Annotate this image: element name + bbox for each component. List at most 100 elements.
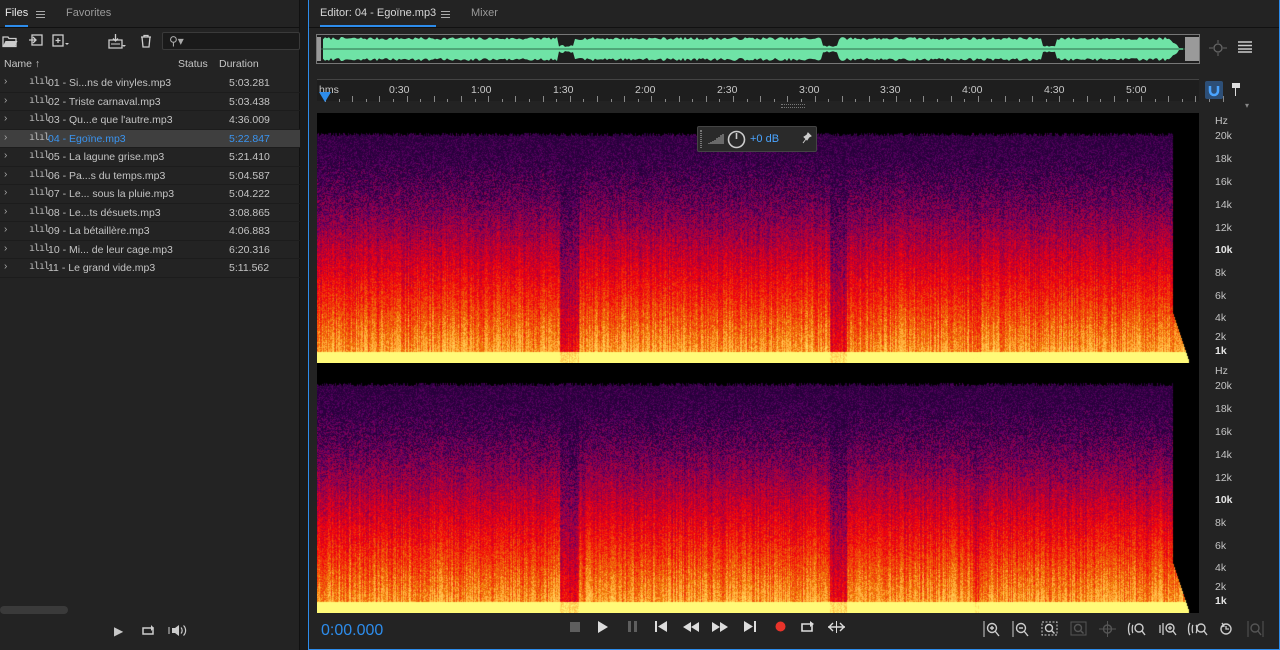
expand-chevron-icon[interactable]: › — [4, 95, 7, 106]
preview-volume-icon[interactable] — [168, 624, 188, 640]
delete-icon[interactable] — [138, 34, 154, 49]
files-search-input[interactable]: ⚲▾ — [162, 32, 300, 50]
expand-chevron-icon[interactable]: › — [4, 113, 7, 124]
expand-chevron-icon[interactable]: › — [4, 169, 7, 180]
current-time-display[interactable]: 0:00.000 — [321, 622, 383, 640]
hud-drag-grip[interactable] — [700, 130, 702, 148]
preview-loop-icon[interactable] — [141, 624, 157, 640]
file-name: 02 - Triste carnaval.mp3 — [48, 95, 161, 108]
pin-hud-icon[interactable] — [802, 132, 812, 147]
import-file-icon[interactable] — [28, 34, 44, 49]
file-row[interactable]: › ılıl 08 - Le...ts désuets.mp3 3:08.865 — [0, 204, 300, 222]
spectrogram-channel-right[interactable] — [317, 363, 1199, 613]
zoom-reset-icon[interactable] — [1096, 621, 1118, 640]
column-header-status[interactable]: Status — [178, 58, 208, 70]
display-options-icon[interactable] — [1238, 40, 1252, 56]
skip-selection-button[interactable] — [827, 621, 845, 636]
ruler-tick-label: 4:30 — [1044, 84, 1065, 96]
audio-file-icon: ılıl — [29, 261, 50, 272]
zoom-out-amplitude-icon[interactable] — [1009, 621, 1031, 640]
zoom-to-selection-icon[interactable] — [1038, 621, 1060, 640]
resize-grip[interactable] — [781, 104, 805, 108]
tab-favorites[interactable]: Favorites — [66, 7, 111, 19]
move-to-next-button[interactable] — [741, 621, 759, 635]
expand-chevron-icon[interactable]: › — [4, 132, 7, 143]
playhead-marker[interactable] — [319, 92, 331, 102]
file-row[interactable]: › ılıl 02 - Triste carnaval.mp3 5:03.438 — [0, 93, 300, 111]
volume-knob[interactable] — [727, 130, 746, 152]
hz-tick-label: 16k — [1215, 176, 1232, 188]
file-row[interactable]: › ılıl 06 - Pa...s du temps.mp3 5:04.587 — [0, 167, 300, 185]
expand-chevron-icon[interactable]: › — [4, 224, 7, 235]
overview-range-handle-left[interactable] — [317, 37, 321, 61]
ruler-minor-tick — [746, 99, 748, 102]
file-row[interactable]: › ılıl 10 - Mi... de leur cage.mp3 6:20.316 — [0, 241, 300, 259]
file-row[interactable]: › ılıl 11 - Le grand vide.mp3 5:11.562 — [0, 259, 300, 278]
file-row[interactable]: › ılıl 09 - La bétaillère.mp3 4:06.883 — [0, 222, 300, 241]
pause-button[interactable] — [624, 621, 642, 635]
audio-file-icon: ılıl — [29, 168, 50, 180]
audio-file-icon: ılıl — [29, 113, 50, 124]
column-header-name[interactable]: Name ↑ — [4, 58, 40, 70]
zoom-in-amplitude-icon[interactable] — [980, 621, 1002, 640]
zoom-navigator-icon[interactable] — [1209, 40, 1227, 59]
play-button[interactable] — [594, 621, 612, 636]
ruler-tick-label: 3:30 — [880, 84, 901, 96]
file-name: 09 - La bétaillère.mp3 — [48, 225, 150, 237]
zoom-out-time-icon[interactable] — [1186, 621, 1208, 640]
file-row[interactable]: › ılıl 03 - Qu...e que l'autre.mp3 4:36.009 — [0, 111, 300, 130]
files-horizontal-scrollbar[interactable] — [0, 606, 68, 614]
ruler-minor-tick — [447, 99, 449, 102]
zoom-full-height-icon[interactable] — [1244, 621, 1266, 640]
tab-files[interactable]: Files — [5, 7, 29, 27]
ruler-minor-tick — [1195, 96, 1197, 102]
time-ruler[interactable]: hms 0:30 1:00 1:30 2:00 2:30 3:00 3:30 4… — [317, 79, 1224, 102]
expand-chevron-icon[interactable]: › — [4, 187, 7, 198]
snap-magnet-icon[interactable] — [1205, 81, 1223, 99]
move-to-previous-button[interactable] — [652, 621, 670, 635]
editor-menu-icon[interactable] — [441, 11, 450, 18]
volume-value[interactable]: +0 dB — [750, 133, 779, 145]
tab-editor[interactable]: Editor: 04 - Egoïne.mp3 — [320, 7, 437, 27]
insert-into-multitrack-icon[interactable] — [108, 34, 126, 49]
hz-tick-label: 8k — [1215, 517, 1227, 529]
preview-play-icon[interactable]: ▶ — [114, 624, 123, 638]
file-name: 06 - Pa...s du temps.mp3 — [48, 169, 166, 182]
ruler-minor-tick — [1045, 99, 1047, 102]
column-header-duration[interactable]: Duration — [219, 58, 259, 70]
expand-chevron-icon[interactable]: › — [4, 206, 7, 217]
stop-button[interactable] — [566, 621, 584, 635]
loop-playback-button[interactable] — [799, 621, 817, 636]
ruler-tick-label: 0:30 — [389, 84, 410, 96]
ruler-minor-tick — [950, 96, 952, 102]
file-row-selected[interactable]: › ılıl 04 - Egoïne.mp3 5:22.847 — [0, 129, 300, 148]
expand-chevron-icon[interactable]: › — [4, 150, 7, 161]
zoom-in-time-icon[interactable] — [1156, 621, 1178, 640]
open-file-icon[interactable] — [2, 34, 18, 49]
zoom-out-full-icon[interactable] — [1067, 621, 1089, 640]
hz-tick-label: 2k — [1215, 331, 1227, 343]
expand-chevron-icon[interactable]: › — [4, 243, 7, 254]
overview-range-handle-right[interactable] — [1185, 37, 1199, 61]
zoom-in-at-start-icon[interactable] — [1125, 621, 1147, 640]
rewind-button[interactable] — [682, 621, 700, 635]
fast-forward-button[interactable] — [711, 621, 729, 635]
ruler-dropdown-icon[interactable]: ▾ — [1245, 101, 1249, 110]
overview-waveform[interactable] — [316, 34, 1200, 64]
zoom-cycle-icon[interactable] — [1215, 621, 1237, 640]
frequency-axis-left: Hz 20k 18k 16k 14k 12k 10k 8k 6k 4k 2k 1… — [1201, 113, 1249, 363]
expand-chevron-icon[interactable]: › — [4, 261, 7, 272]
file-row[interactable]: › ılıl 05 - La lagune grise.mp3 5:21.410 — [0, 148, 300, 167]
record-button[interactable] — [771, 621, 789, 635]
file-row[interactable]: › ılıl 07 - Le... sous la pluie.mp3 5:04.22… — [0, 185, 300, 204]
expand-chevron-icon[interactable]: › — [4, 76, 7, 87]
ruler-tick-label: 4:00 — [962, 84, 983, 96]
ruler-minor-tick — [923, 96, 925, 102]
new-file-icon[interactable] — [52, 34, 69, 49]
ruler-tick-label: 1:00 — [471, 84, 492, 96]
marker-pin-icon[interactable] — [1231, 82, 1241, 99]
audio-file-icon: ılıl — [29, 131, 50, 143]
tab-mixer[interactable]: Mixer — [471, 7, 498, 19]
files-menu-icon[interactable] — [36, 11, 45, 18]
file-row[interactable]: › ılıl 01 - Si...ns de vinyles.mp3 5:03.281 — [0, 74, 300, 93]
